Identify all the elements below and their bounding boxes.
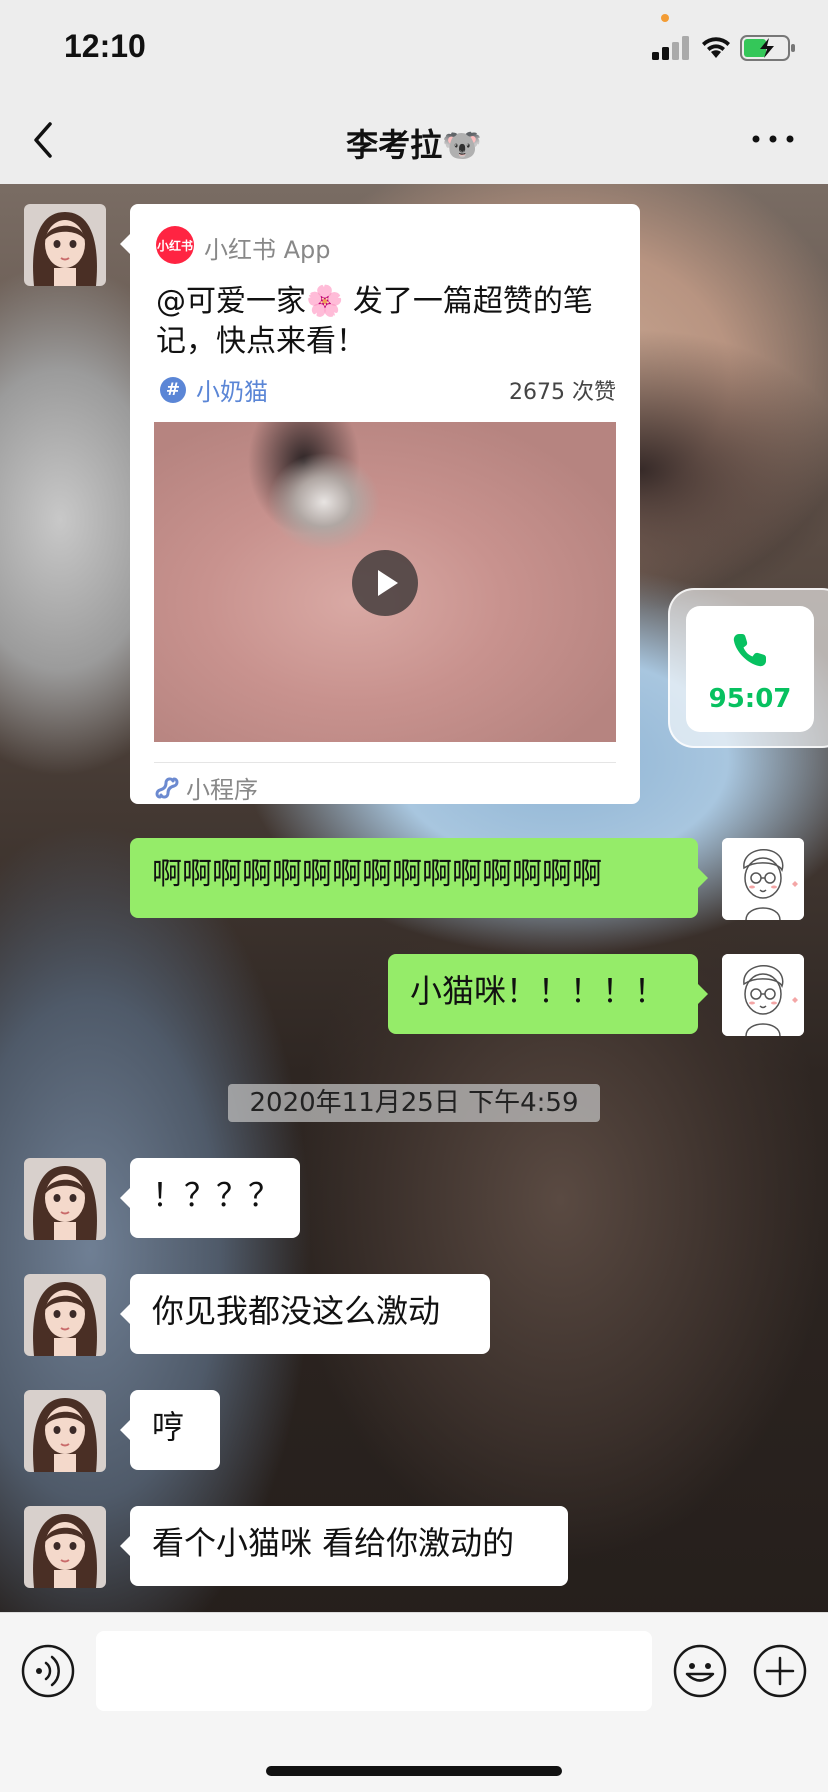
message-input-bar [0, 1612, 828, 1792]
girl-avatar-icon [24, 1506, 106, 1588]
card-app-name: 小红书 App [204, 236, 331, 264]
boy-sketch-avatar-icon [722, 954, 804, 1036]
received-message-bubble[interactable]: 哼 [120, 1390, 220, 1470]
contact-avatar[interactable] [24, 1158, 106, 1240]
received-message-bubble[interactable]: 你见我都没这么激动 [120, 1274, 490, 1354]
emoji-icon[interactable] [672, 1643, 728, 1699]
more-options-button[interactable] [748, 124, 798, 154]
girl-avatar-icon [24, 1158, 106, 1240]
plus-circle-icon[interactable] [752, 1643, 808, 1699]
card-footer: 小程序 [154, 770, 258, 805]
received-message-bubble[interactable]: ！？？？ [120, 1158, 300, 1238]
home-indicator[interactable] [266, 1766, 562, 1776]
card-footer-label: 小程序 [186, 776, 258, 804]
chat-nav-bar: 李考拉🐨 [0, 96, 828, 184]
play-icon[interactable] [352, 550, 418, 616]
message-timestamp: 2020年11月25日 下午4:59 [228, 1084, 600, 1122]
message-text: 啊啊啊啊啊啊啊啊啊啊啊啊啊啊啊 [152, 857, 602, 892]
cellular-signal-icon [652, 36, 689, 60]
mini-program-icon [155, 776, 179, 799]
message-text: 看个小猫咪 看给你激动的 [152, 1524, 515, 1562]
girl-avatar-icon [24, 204, 106, 286]
card-tag-label: 小奶猫 [196, 378, 268, 406]
message-text: 你见我都没这么激动 [152, 1292, 441, 1330]
contact-avatar[interactable] [24, 1506, 106, 1588]
call-widget-inner[interactable]: 95:07 [686, 606, 814, 732]
chat-title: 李考拉🐨 [346, 126, 482, 164]
card-video-thumbnail[interactable] [154, 422, 616, 742]
status-time: 12:10 [64, 28, 146, 64]
contact-avatar[interactable] [24, 1274, 106, 1356]
voice-icon[interactable] [20, 1643, 76, 1699]
message-text-input[interactable] [96, 1631, 652, 1711]
message-text: ！？？？ [152, 1176, 281, 1214]
xiaohongshu-logo-icon: 小红书 [156, 226, 194, 264]
hashtag-icon: # [160, 376, 186, 403]
card-divider [154, 762, 616, 763]
call-duration: 95:07 [708, 684, 792, 714]
girl-avatar-icon [24, 1390, 106, 1472]
boy-sketch-avatar-icon [722, 838, 804, 920]
sent-message-bubble[interactable]: 小猫咪！！！！！ [388, 954, 708, 1034]
card-like-count: 2675 次赞 [509, 380, 616, 405]
mic-indicator-dot [661, 14, 669, 22]
mini-program-card[interactable]: 小红书 小红书 App @可爱一家🌸 发了一篇超赞的笔记，快点来看！ # 小奶猫… [120, 204, 640, 805]
card-title: @可爱一家🌸 发了一篇超赞的笔记，快点来看！ [156, 284, 593, 359]
floating-call-widget[interactable]: 95:07 [668, 588, 828, 748]
wifi-icon [702, 37, 730, 58]
card-topic-tag: # 小奶猫 [160, 372, 268, 407]
message-text: 小猫咪！！！！！ [410, 972, 667, 1010]
girl-avatar-icon [24, 1274, 106, 1356]
battery-charging-icon [740, 35, 795, 61]
status-bar: 12:10 [0, 0, 828, 96]
sent-message-bubble[interactable]: 啊啊啊啊啊啊啊啊啊啊啊啊啊啊啊 [130, 838, 708, 918]
message-text: 哼 [152, 1408, 185, 1446]
my-avatar[interactable] [722, 954, 804, 1036]
received-message-bubble[interactable]: 看个小猫咪 看给你激动的 [120, 1506, 568, 1586]
contact-avatar[interactable] [24, 204, 106, 286]
my-avatar[interactable] [722, 838, 804, 920]
phone-icon [733, 634, 766, 667]
contact-avatar[interactable] [24, 1390, 106, 1472]
